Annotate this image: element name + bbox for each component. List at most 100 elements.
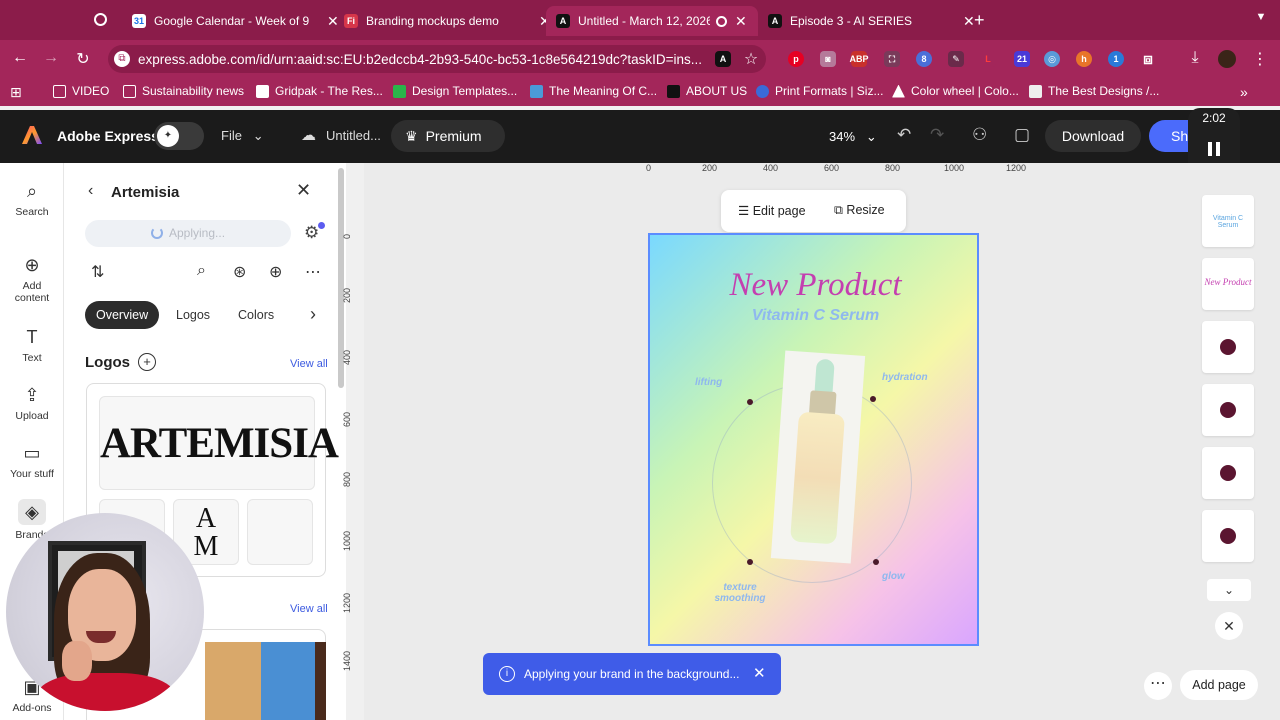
close-icon[interactable]: ✕ (735, 13, 747, 30)
url-input[interactable]: ⧉ express.adobe.com/id/urn:aaid:sc:EU:b2… (108, 45, 766, 73)
rail-add-content[interactable]: ⊕ Add content (0, 255, 64, 304)
chevron-down-icon[interactable]: ▼ (1252, 11, 1270, 29)
more-bookmarks-icon[interactable]: » (1240, 84, 1248, 100)
rail-your-stuff[interactable]: ▭ Your stuff (0, 443, 64, 480)
camera-icon[interactable]: ◙ (820, 51, 836, 67)
tab-branding-mockups[interactable]: Fi Branding mockups demo ✕ (334, 6, 561, 36)
bookmark-color-wheel[interactable]: Color wheel | Colo... (892, 84, 1019, 98)
zoom-level[interactable]: 34% ⌄ (829, 129, 877, 145)
view-all-logos-link[interactable]: View all (290, 358, 328, 370)
add-logo-icon[interactable]: + (138, 353, 156, 371)
more-icon[interactable]: ⋯ (305, 262, 321, 282)
star-icon[interactable]: ☆ (741, 49, 761, 69)
thumb-subhead[interactable]: Vitamin C Serum (1202, 195, 1254, 247)
bookmark-design-templates[interactable]: Design Templates... (393, 84, 517, 98)
bookmark-meaning[interactable]: The Meaning Of C... (530, 84, 657, 98)
pen-icon[interactable]: ✎ (948, 51, 964, 67)
logo-primary[interactable]: ARTEMISIA (99, 396, 339, 490)
gear-icon[interactable]: ⚙ (304, 223, 319, 243)
label-glow[interactable]: glow (882, 571, 905, 582)
download-button[interactable]: Download (1045, 120, 1141, 152)
color-swatch[interactable] (315, 642, 326, 720)
bookmark-print-formats[interactable]: Print Formats | Siz... (756, 84, 883, 98)
tab-colors[interactable]: Colors (227, 301, 285, 329)
search-icon[interactable]: ⌕ (197, 262, 206, 280)
download-icon[interactable]: ⤓ (1185, 49, 1205, 67)
chevron-right-icon[interactable]: › (310, 304, 316, 325)
label-lifting[interactable]: lifting (695, 377, 722, 388)
extension-badge-icon[interactable]: 8 (916, 51, 932, 67)
product-image[interactable] (770, 350, 866, 564)
record-icon[interactable] (94, 13, 107, 26)
bookmark-gridpak[interactable]: Gridpak - The Res... (256, 84, 383, 98)
site-info-icon[interactable]: ⧉ (114, 51, 130, 67)
design-page[interactable]: New Product Vitamin C Serum lifting hydr… (648, 233, 979, 646)
bookmark-about-us[interactable]: ABOUT US (667, 84, 747, 98)
more-icon[interactable]: ⋯ (1144, 672, 1172, 700)
logo-empty[interactable] (247, 499, 313, 565)
adobe-express-logo[interactable] (21, 124, 43, 146)
bookmark-sustainability[interactable]: Sustainability news (123, 84, 244, 98)
back-icon[interactable]: ‹ (88, 182, 93, 200)
thumb-dot[interactable] (1202, 447, 1254, 499)
profile-avatar[interactable] (1218, 50, 1236, 68)
label-hydration[interactable]: hydration (882, 372, 928, 383)
close-icon[interactable]: ✕ (1215, 612, 1243, 640)
add-member-icon[interactable]: ⊛ (233, 262, 246, 282)
more-vert-icon[interactable]: ⋮ (1250, 49, 1270, 69)
honey-icon[interactable]: h (1076, 51, 1092, 67)
rail-upload[interactable]: ⇪ Upload (0, 385, 64, 422)
bookmark-best-designs[interactable]: The Best Designs /... (1029, 84, 1159, 98)
file-menu[interactable]: File ⌄ (221, 128, 264, 144)
tab-logos[interactable]: Logos (165, 301, 221, 329)
add-icon[interactable]: ⊕ (269, 262, 282, 282)
screenshot-icon[interactable]: ⛶ (884, 51, 900, 67)
thumb-dot[interactable] (1202, 384, 1254, 436)
edit-page-button[interactable]: ☰ Edit page (738, 203, 806, 218)
color-swatch[interactable] (261, 642, 315, 720)
label-texture[interactable]: texture smoothing (710, 582, 770, 604)
undo-icon[interactable]: ↶ (897, 125, 911, 145)
close-icon[interactable]: ✕ (296, 180, 311, 201)
forward-icon[interactable]: → (41, 49, 61, 67)
one-password-icon[interactable]: 1 (1108, 51, 1124, 67)
adobe-extension-icon[interactable]: A (715, 51, 731, 67)
rail-text[interactable]: T Text (0, 327, 64, 364)
invite-icon[interactable]: ⚇ (972, 125, 987, 145)
premium-button[interactable]: ♛ Premium (391, 120, 505, 152)
pause-icon[interactable] (1208, 142, 1220, 156)
back-icon[interactable]: ← (10, 49, 30, 67)
tab-untitled[interactable]: A Untitled - March 12, 2026 ✕ (546, 6, 758, 36)
adblock-icon[interactable]: ABP (850, 51, 869, 67)
thumb-dot[interactable] (1202, 321, 1254, 373)
pinterest-icon[interactable]: p (788, 51, 804, 67)
ai-toggle[interactable]: ✦ (154, 122, 204, 150)
bookmark-video[interactable]: VIDEO (53, 84, 109, 98)
reload-icon[interactable]: ↻ (73, 49, 93, 69)
add-page-button[interactable]: Add page (1180, 670, 1258, 700)
thumb-headline[interactable]: New Product (1202, 258, 1254, 310)
thumb-dot[interactable] (1202, 510, 1254, 562)
comment-icon[interactable]: ▢ (1014, 125, 1030, 145)
extensions-icon[interactable]: ⧈ (1140, 51, 1156, 68)
document-name[interactable]: Untitled... (326, 128, 381, 143)
close-icon[interactable]: ✕ (963, 13, 975, 30)
tab-episode-3[interactable]: A Episode 3 - AI SERIES ✕ (758, 6, 985, 36)
apps-icon[interactable]: ⊞ (10, 84, 22, 101)
close-icon[interactable]: ✕ (753, 664, 766, 682)
counter-extension-icon[interactable]: 21 (1014, 51, 1030, 67)
headline-text[interactable]: New Product (650, 267, 977, 304)
color-swatch[interactable] (205, 642, 261, 720)
l-extension-icon[interactable]: L (980, 51, 996, 67)
rail-search[interactable]: ⌕ Search (0, 181, 64, 218)
subhead-text[interactable]: Vitamin C Serum (650, 307, 977, 325)
redo-icon[interactable]: ↷ (930, 125, 944, 145)
chevron-down-icon[interactable]: ⌄ (1207, 579, 1251, 601)
view-all-colors-link[interactable]: View all (290, 603, 328, 615)
resize-button[interactable]: ⧉ Resize (834, 203, 885, 218)
tab-overview[interactable]: Overview (85, 301, 160, 329)
new-tab-button[interactable]: + (974, 10, 985, 31)
tab-google-calendar[interactable]: 31 Google Calendar - Week of 9 ✕ (122, 6, 349, 36)
globe-icon[interactable]: ◎ (1044, 51, 1060, 67)
sort-icon[interactable]: ⇅ (91, 262, 104, 282)
